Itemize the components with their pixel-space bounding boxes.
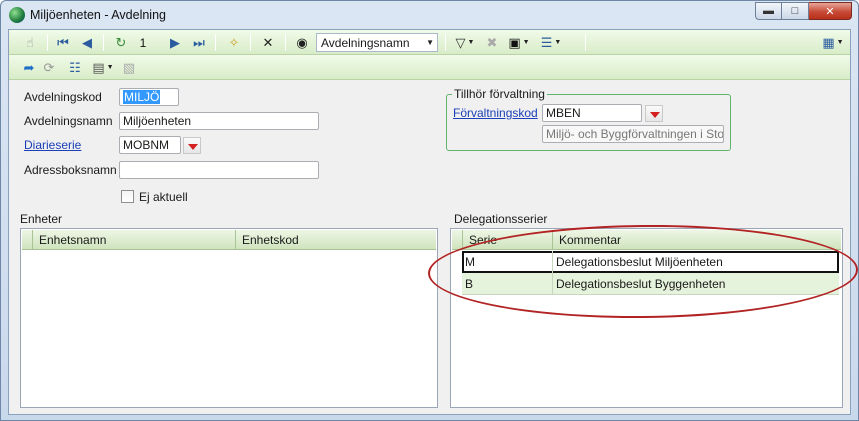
column-header-enhetskod[interactable]: Enhetskod xyxy=(235,230,436,250)
window-title: Miljöenheten - Avdelning xyxy=(30,8,166,22)
forvaltningskod-dropdown-button[interactable] xyxy=(645,105,663,122)
minimize-button[interactable]: ▬ xyxy=(755,2,782,20)
go-icon[interactable]: ➦ xyxy=(21,59,37,76)
ej-aktuell-label: Ej aktuell xyxy=(139,190,188,204)
diarieserie-link[interactable]: Diarieserie xyxy=(24,138,81,152)
last-record-icon[interactable]: ⏭ xyxy=(191,34,207,51)
options-menu-icon[interactable]: ▦ ▼ xyxy=(819,34,847,51)
forvaltning-name-field: Miljö- och Byggförvaltningen i Stork xyxy=(542,125,724,143)
record-number: 1 xyxy=(139,35,147,50)
close-button[interactable]: ✕ xyxy=(809,2,852,20)
enheter-title: Enheter xyxy=(20,212,63,226)
toolbar-separator xyxy=(250,34,251,51)
maximize-button[interactable]: □ xyxy=(782,2,809,20)
delete-icon[interactable]: ✕ xyxy=(259,34,277,51)
navigation-toolbar: ☝ ⏮ ◀ ↻ 1 ▶ ⏭ ✧ ✕ ◉ Avdelningsnamn ▼ ▽ ▼ … xyxy=(9,30,850,55)
search-field-value: Avdelningsnamn xyxy=(321,36,410,50)
avdelningsnamn-field[interactable]: Miljöenheten xyxy=(119,112,319,130)
chevron-down-icon: ▼ xyxy=(426,38,434,47)
action-toolbar: ➦ ⟳ ☷ ▤ ▼ ▧ xyxy=(9,55,850,80)
adressboksnamn-field[interactable] xyxy=(119,161,319,179)
enheter-grid[interactable]: Enhetsnamn Enhetskod xyxy=(20,228,438,408)
diarieserie-field[interactable]: MOBNM xyxy=(119,136,181,154)
sort-icon[interactable]: ▣ ▼ xyxy=(506,34,532,51)
client-area: ☝ ⏮ ◀ ↻ 1 ▶ ⏭ ✧ ✕ ◉ Avdelningsnamn ▼ ▽ ▼ … xyxy=(8,29,851,415)
filter-icon[interactable]: ▽ ▼ xyxy=(452,34,478,51)
forvaltningskod-field[interactable]: MBEN xyxy=(542,104,642,122)
adressboksnamn-label: Adressboksnamn xyxy=(24,163,117,177)
kommentar-cell[interactable]: Delegationsbeslut Byggenheten xyxy=(552,273,839,295)
forvaltning-legend: Tillhör förvaltning xyxy=(452,87,547,101)
column-header-kommentar[interactable]: Kommentar xyxy=(552,230,841,250)
forvaltningskod-link[interactable]: Förvaltningskod xyxy=(453,106,538,120)
refresh-record-icon[interactable]: ↻ xyxy=(113,34,129,51)
serie-cell[interactable]: B xyxy=(462,273,552,295)
avdelningsnamn-label: Avdelningsnamn xyxy=(24,114,113,128)
new-record-icon[interactable]: ✧ xyxy=(225,34,243,51)
toolbar-separator xyxy=(445,34,446,51)
clear-filter-icon[interactable]: ✖ xyxy=(484,34,500,51)
diarieserie-dropdown-button[interactable] xyxy=(183,137,201,154)
toolbar-separator xyxy=(285,34,286,51)
hand-icon[interactable]: ☝ xyxy=(21,34,39,51)
list-view-icon[interactable]: ☰ ▼ xyxy=(537,34,565,51)
toolbar-separator xyxy=(103,34,104,51)
search-field-dropdown[interactable]: Avdelningsnamn ▼ xyxy=(316,33,438,52)
serie-cell[interactable]: M xyxy=(462,251,552,273)
app-logo-icon xyxy=(9,7,25,23)
title-bar[interactable]: Miljöenheten - Avdelning ▬ □ ✕ xyxy=(1,1,858,29)
previous-record-icon[interactable]: ◀ xyxy=(79,34,95,51)
avdelningskod-field[interactable]: MILJÖ xyxy=(119,88,179,106)
window-controls: ▬ □ ✕ xyxy=(755,2,852,20)
sync-icon[interactable]: ⟳ xyxy=(41,59,57,76)
avdelningskod-value: MILJÖ xyxy=(123,90,161,104)
hierarchy-icon[interactable]: ☷ xyxy=(65,59,85,76)
delegationsserier-grid[interactable]: Serie Kommentar M Delegationsbeslut Milj… xyxy=(450,228,843,408)
toolbar-separator xyxy=(585,34,586,51)
table-row[interactable]: B Delegationsbeslut Byggenheten xyxy=(462,273,839,295)
enheter-grid-header: Enhetsnamn Enhetskod xyxy=(22,230,436,250)
delegationsserier-grid-header: Serie Kommentar xyxy=(452,230,841,250)
ej-aktuell-checkbox[interactable] xyxy=(121,190,134,203)
next-record-icon[interactable]: ▶ xyxy=(167,34,183,51)
column-header-enhetsnamn[interactable]: Enhetsnamn xyxy=(32,230,235,250)
print-icon[interactable]: ▧ xyxy=(121,59,137,76)
toolbar-separator xyxy=(47,34,48,51)
column-header-serie[interactable]: Serie xyxy=(462,230,552,250)
avdelningskod-label: Avdelningskod xyxy=(24,90,102,104)
binoculars-icon[interactable]: ◉ xyxy=(293,34,311,51)
report-icon[interactable]: ▤ ▼ xyxy=(89,59,117,76)
kommentar-cell[interactable]: Delegationsbeslut Miljöenheten xyxy=(552,251,839,273)
first-record-icon[interactable]: ⏮ xyxy=(55,34,71,51)
app-window: Miljöenheten - Avdelning ▬ □ ✕ ☝ ⏮ ◀ ↻ 1… xyxy=(0,0,859,421)
table-row[interactable]: M Delegationsbeslut Miljöenheten xyxy=(462,251,839,273)
delegationsserier-title: Delegationsserier xyxy=(454,212,548,226)
toolbar-separator xyxy=(215,34,216,51)
